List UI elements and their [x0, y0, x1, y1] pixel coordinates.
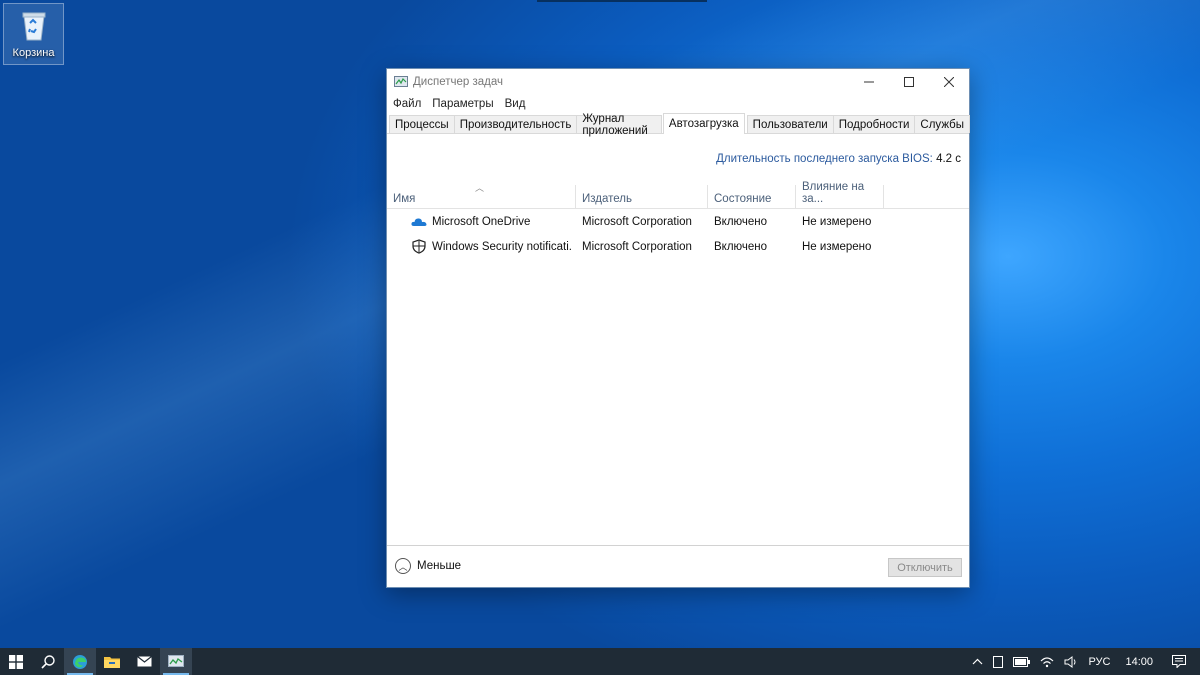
minimize-icon: [864, 81, 874, 83]
network-tray-item[interactable]: [1040, 656, 1054, 668]
column-header-row: ︿ Имя Издатель Состояние Влияние на за..…: [387, 181, 969, 209]
search-button[interactable]: [32, 648, 64, 675]
search-icon: [41, 654, 55, 669]
startup-app-impact: Не измерено: [802, 215, 872, 228]
tab-startup[interactable]: Автозагрузка: [662, 113, 745, 134]
fewer-details-button[interactable]: ︿ Меньше: [395, 558, 461, 574]
taskbar-file-explorer[interactable]: [96, 648, 128, 675]
startup-app-publisher: Microsoft Corporation: [582, 215, 692, 228]
task-manager-icon: [168, 654, 184, 667]
close-button[interactable]: [929, 69, 969, 95]
taskbar-mail[interactable]: [128, 648, 160, 675]
input-language[interactable]: РУС: [1088, 656, 1110, 668]
wifi-icon: [1041, 656, 1054, 667]
shield-icon: [412, 234, 428, 259]
startup-app-publisher: Microsoft Corporation: [582, 240, 692, 253]
mail-icon: [136, 656, 152, 667]
tablet-icon: [993, 655, 1004, 668]
window-title: Диспетчер задач: [413, 76, 503, 88]
startup-app-status: Включено: [714, 240, 768, 253]
edge-icon: [73, 654, 87, 669]
battery-tray-item[interactable]: [1013, 656, 1031, 667]
file-explorer-icon: [104, 656, 120, 668]
wallpaper-top-line: [537, 0, 707, 2]
menu-file[interactable]: Файл: [393, 98, 421, 110]
bios-duration-label: Длительность последнего запуска BIOS:: [716, 153, 933, 165]
startup-app-impact: Не измерено: [802, 240, 872, 253]
window-footer: ︿ Меньше Отключить: [387, 545, 969, 587]
startup-app-status: Включено: [714, 215, 768, 228]
minimize-button[interactable]: [849, 69, 889, 95]
recycle-bin-label: Корзина: [12, 47, 55, 59]
column-header-status[interactable]: Состояние: [708, 185, 796, 209]
chevron-up-icon: [973, 658, 983, 665]
tab-performance[interactable]: Производительность: [453, 115, 578, 133]
bios-duration: Длительность последнего запуска BIOS: 4.…: [716, 153, 961, 165]
desktop-icon-recycle-bin[interactable]: Корзина: [3, 3, 64, 65]
action-center-button[interactable]: [1172, 655, 1186, 668]
tab-services[interactable]: Службы: [914, 115, 970, 133]
table-row[interactable]: Microsoft OneDrive Microsoft Corporation…: [387, 209, 969, 234]
menu-bar: Файл Параметры Вид: [387, 95, 969, 113]
title-bar[interactable]: Диспетчер задач: [387, 69, 969, 95]
notification-icon: [1172, 655, 1186, 668]
tablet-mode-tray-item[interactable]: [993, 655, 1004, 668]
menu-options[interactable]: Параметры: [432, 98, 493, 110]
tab-details[interactable]: Подробности: [832, 115, 916, 133]
column-header-publisher[interactable]: Издатель: [576, 185, 708, 209]
start-icon: [9, 654, 23, 669]
startup-app-name: Windows Security notificati...: [432, 240, 572, 253]
tab-strip: Процессы Производительность Журнал прило…: [387, 113, 970, 137]
tab-users[interactable]: Пользователи: [746, 115, 834, 133]
recycle-bin-icon: [22, 12, 45, 41]
task-manager-icon: [394, 76, 408, 87]
taskbar-task-manager[interactable]: [160, 648, 192, 675]
column-header-name[interactable]: Имя: [387, 185, 576, 209]
chevron-up-icon: ︿: [395, 558, 411, 574]
bios-duration-value: 4.2 с: [936, 153, 961, 165]
clock[interactable]: 14:00: [1125, 656, 1153, 668]
close-icon: [944, 77, 954, 87]
onedrive-icon: [411, 209, 427, 234]
maximize-icon: [904, 77, 914, 87]
tab-processes[interactable]: Процессы: [389, 115, 455, 133]
menu-view[interactable]: Вид: [505, 98, 526, 110]
show-hidden-icons-button[interactable]: [972, 658, 983, 665]
volume-icon: [1064, 655, 1076, 668]
fewer-details-label: Меньше: [417, 560, 462, 572]
column-header-impact[interactable]: Влияние на за...: [796, 181, 884, 209]
battery-icon: [1013, 656, 1031, 667]
system-tray: РУС 14:00: [967, 648, 1200, 675]
task-manager-window: Диспетчер задач Файл Параметры Вид Проце…: [386, 68, 970, 588]
start-button[interactable]: [0, 648, 32, 675]
startup-app-name: Microsoft OneDrive: [432, 215, 531, 228]
tab-app-history[interactable]: Журнал приложений: [576, 113, 662, 137]
maximize-button[interactable]: [889, 69, 929, 95]
taskbar: РУС 14:00: [0, 648, 1200, 675]
volume-tray-item[interactable]: [1064, 655, 1078, 668]
table-row[interactable]: Windows Security notificati... Microsoft…: [387, 234, 969, 259]
disable-button[interactable]: Отключить: [888, 558, 962, 577]
taskbar-edge[interactable]: [64, 648, 96, 675]
